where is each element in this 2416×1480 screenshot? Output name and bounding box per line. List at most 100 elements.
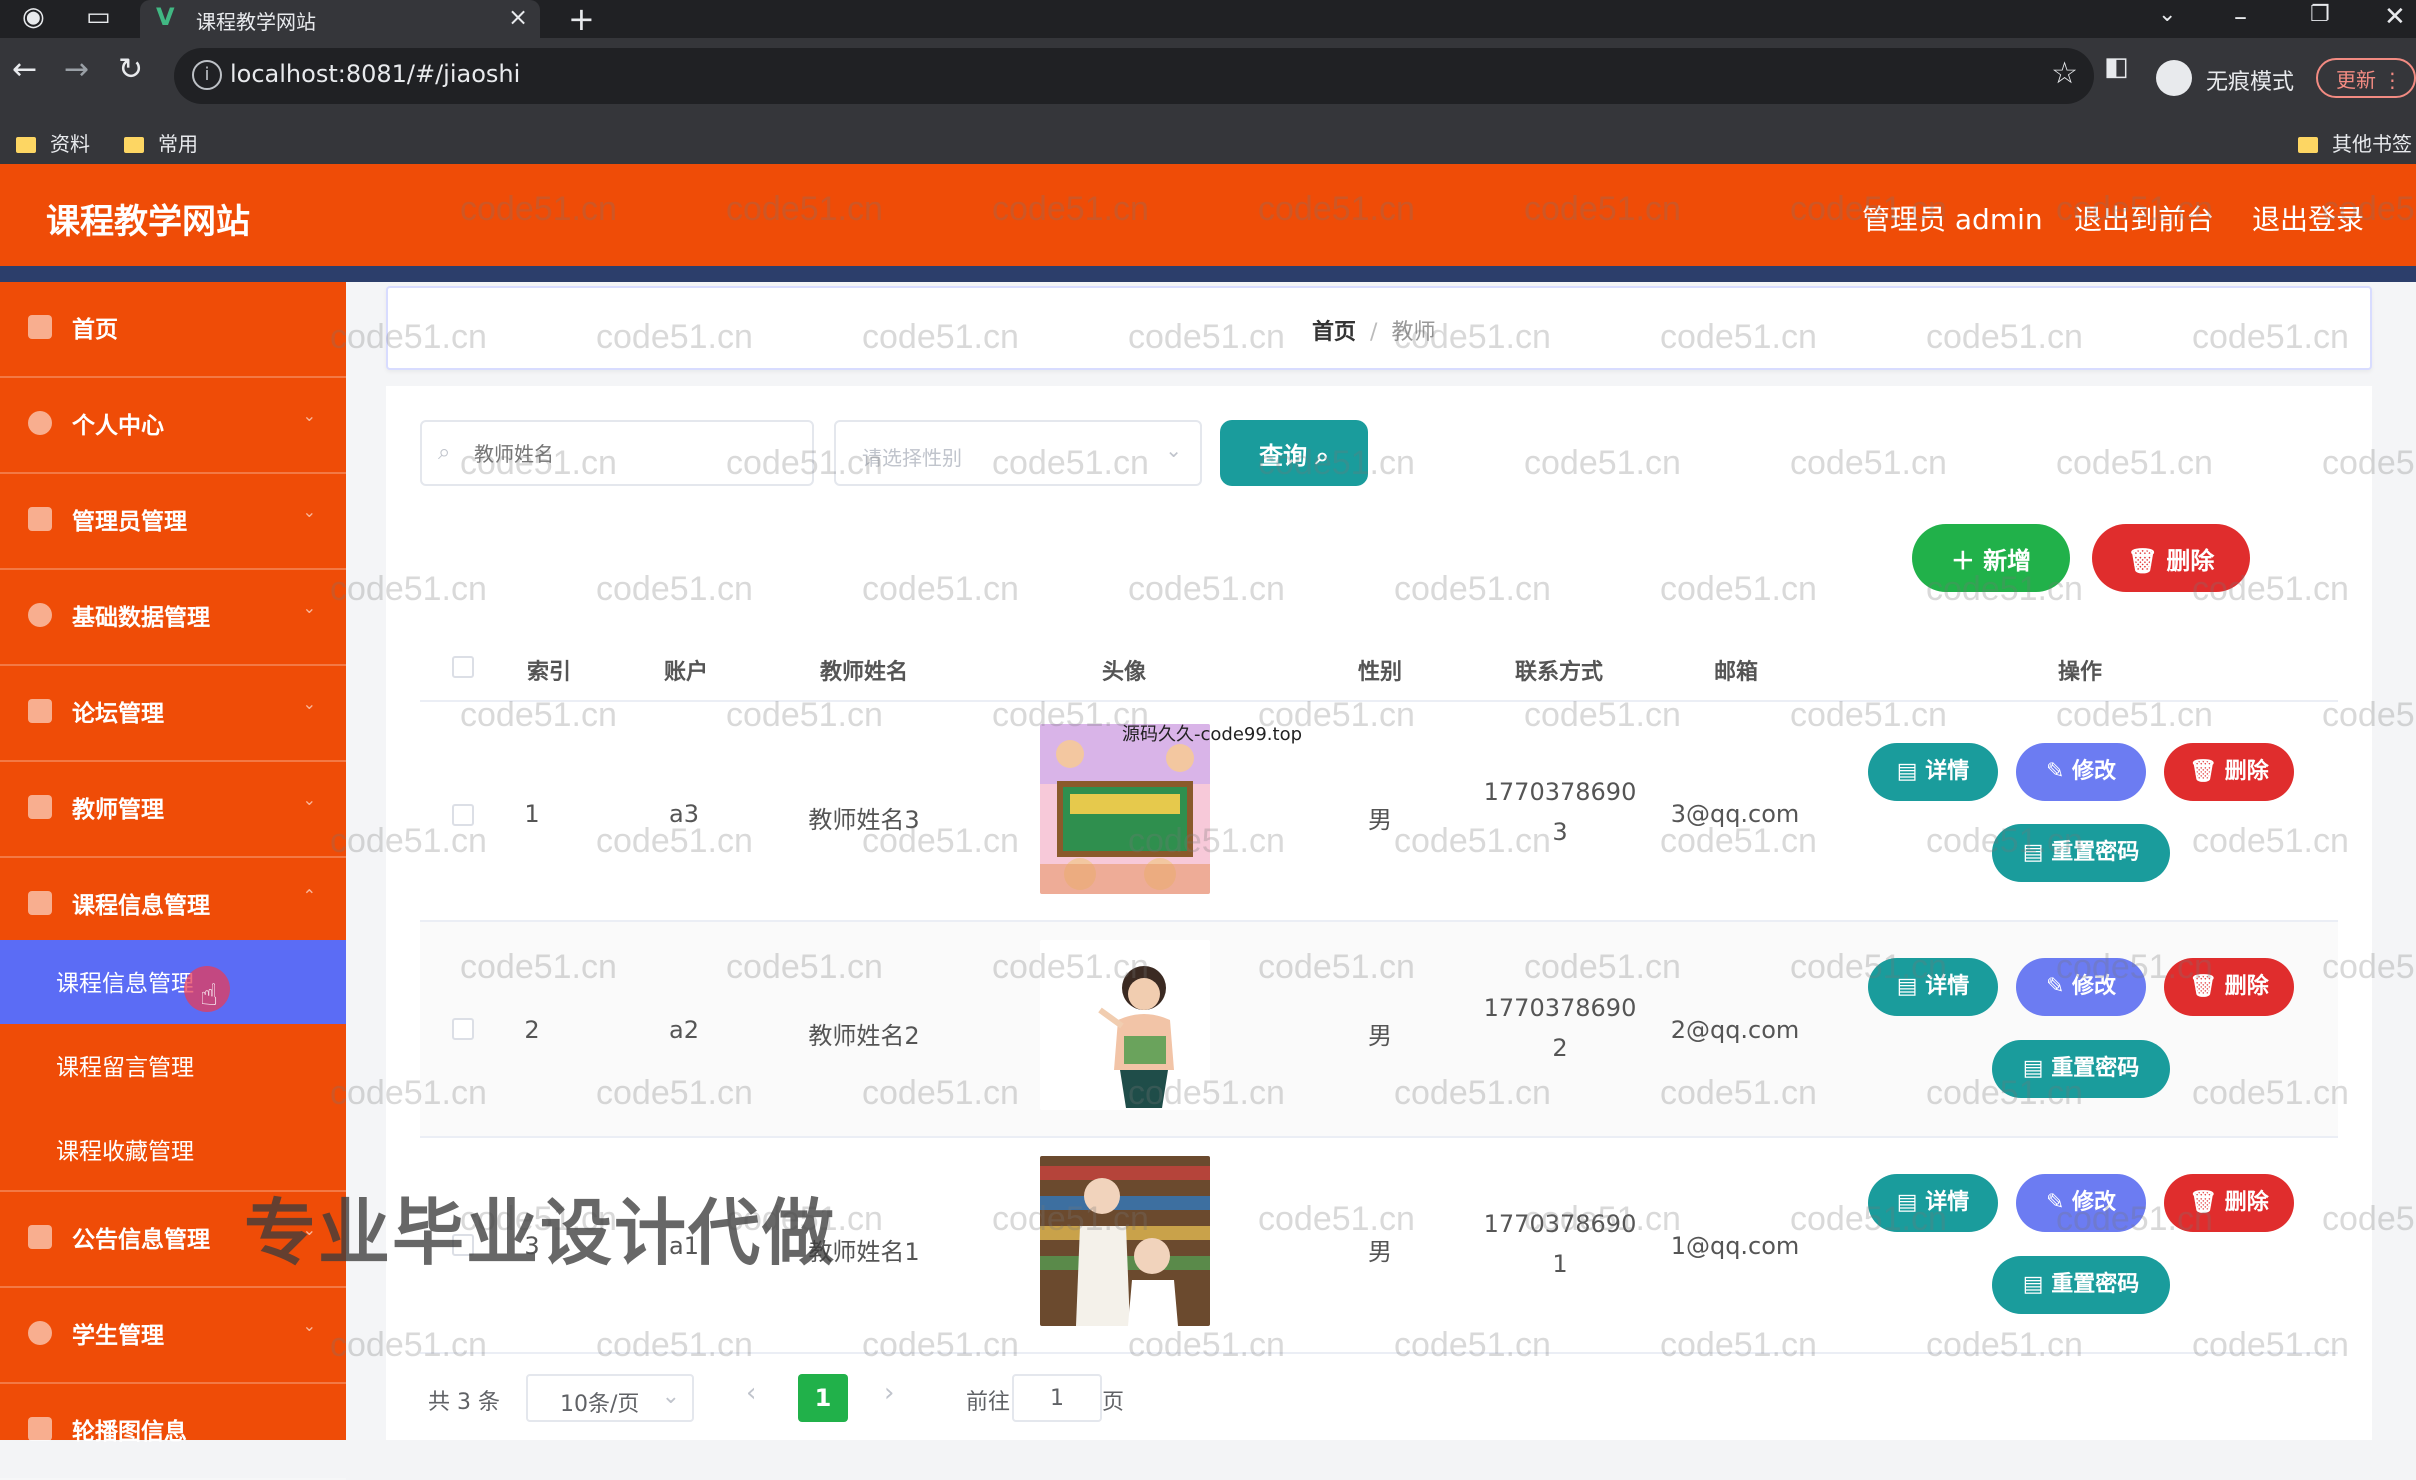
cell-account: a3 <box>669 800 699 828</box>
sidebar-item-label: 课程收藏管理 <box>56 1139 194 1165</box>
query-button[interactable]: 查询 ⌕ <box>1220 420 1368 486</box>
teacher-avatar[interactable] <box>1040 1156 1210 1326</box>
reset-password-button[interactable]: ▤ 重置密码 <box>1992 1040 2170 1098</box>
detail-button[interactable]: ▤ 详情 <box>1868 1174 1998 1232</box>
site-info-icon[interactable]: i <box>192 60 222 90</box>
page-size-select[interactable]: 10条/页 ⌄ <box>526 1374 694 1422</box>
column-header-name: 教师姓名 <box>819 660 908 685</box>
sidebar-item-label: 个人中心 <box>72 413 164 439</box>
forward-icon[interactable]: → <box>64 52 89 87</box>
folder-icon <box>124 137 144 153</box>
column-header-phone: 联系方式 <box>1514 660 1603 685</box>
detail-button[interactable]: ▤ 详情 <box>1868 743 1998 801</box>
row-checkbox[interactable] <box>452 1018 474 1040</box>
new-tab-icon[interactable]: + <box>568 0 595 38</box>
page-number-current[interactable]: 1 <box>798 1374 848 1422</box>
bookmark-star-icon[interactable]: ☆ <box>2051 56 2078 91</box>
student-icon <box>28 1321 52 1345</box>
sidebar-item-home[interactable]: 首页 <box>0 282 346 378</box>
sidebar-item-label: 轮播图信息 <box>72 1419 187 1445</box>
side-panel-icon[interactable]: ◧ <box>2104 52 2129 82</box>
breadcrumb-current: 教师 <box>1391 320 1436 345</box>
tab-list-icon[interactable]: ⌄ <box>2158 2 2176 27</box>
promo-watermark: 专业毕业设计代做 <box>244 1191 837 1275</box>
bookmark-folder[interactable]: 常用 <box>124 128 198 157</box>
sidebar-item-label: 公告信息管理 <box>72 1227 210 1253</box>
cell-index: 1 <box>524 800 540 828</box>
edit-button[interactable]: ✎ 修改 <box>2016 743 2146 801</box>
sidebar-subitem-course-message[interactable]: 课程留言管理 <box>0 1024 346 1108</box>
reset-password-button[interactable]: ▤ 重置密码 <box>1992 1256 2170 1314</box>
reset-password-button[interactable]: ▤ 重置密码 <box>1992 824 2170 882</box>
cell-phone-line1: 1770378690 <box>1483 778 1637 806</box>
folder-icon <box>2298 137 2318 153</box>
table-divider <box>420 700 2338 702</box>
delete-button[interactable]: 🗑 删除 <box>2164 743 2294 801</box>
select-all-checkbox[interactable] <box>452 656 474 678</box>
teacher-name-field[interactable] <box>472 436 796 472</box>
edit-button[interactable]: ✎ 修改 <box>2016 1174 2146 1232</box>
chrome-menu-icon[interactable]: ◉ <box>22 2 45 32</box>
logout-link[interactable]: 退出登录 <box>2252 198 2364 238</box>
goto-page-input[interactable] <box>1012 1374 1102 1422</box>
folder-icon <box>16 137 36 153</box>
sidebar-item-label: 基础数据管理 <box>72 605 210 631</box>
vue-logo-icon: V <box>156 3 175 31</box>
next-page-icon[interactable]: › <box>884 1378 894 1408</box>
teacher-avatar[interactable] <box>1040 940 1210 1110</box>
sidebar-item-admin[interactable]: 管理员管理 ⌄ <box>0 474 346 570</box>
back-icon[interactable]: ← <box>12 52 37 87</box>
chevron-down-icon: ⌄ <box>302 790 316 809</box>
tab-search-icon[interactable]: ▭ <box>86 2 111 32</box>
document-icon: ▤ <box>2022 1272 2044 1297</box>
url-text[interactable]: localhost:8081/#/jiaoshi <box>230 60 520 88</box>
add-button[interactable]: ＋ 新增 <box>1912 524 2070 592</box>
cell-email: 3@qq.com <box>1670 800 1800 828</box>
teacher-name-input[interactable]: ⌕ <box>420 420 814 486</box>
breadcrumb-trail: 首页 / 教师 <box>1312 314 1435 346</box>
back-to-front-link[interactable]: 退出到前台 <box>2074 198 2214 238</box>
sidebar-subitem-course-info[interactable]: 课程信息管理 <box>0 940 346 1024</box>
gender-select-placeholder: 请选择性别 <box>862 446 962 470</box>
tab-close-icon[interactable]: × <box>508 3 528 31</box>
search-icon: ⌕ <box>438 440 451 465</box>
column-header-account: 账户 <box>663 660 708 685</box>
incognito-icon[interactable] <box>2156 60 2192 96</box>
minimize-icon[interactable]: – <box>2234 2 2247 32</box>
sidebar-item-student[interactable]: 学生管理 ⌄ <box>0 1288 346 1384</box>
sidebar-item-carousel[interactable]: 轮播图信息 <box>0 1384 346 1480</box>
reload-icon[interactable]: ↻ <box>118 52 143 87</box>
bulk-delete-button[interactable]: 🗑 删除 <box>2092 524 2250 592</box>
teacher-avatar[interactable] <box>1040 724 1210 894</box>
update-button[interactable]: 更新 ⋮ <box>2316 58 2416 98</box>
window-close-icon[interactable]: ✕ <box>2384 2 2406 32</box>
delete-button[interactable]: 🗑 删除 <box>2164 958 2294 1016</box>
header-divider <box>0 266 2416 282</box>
chevron-down-icon: ⌄ <box>661 1384 680 1409</box>
prev-page-icon[interactable]: ‹ <box>746 1378 756 1408</box>
cell-phone-line1: 1770378690 <box>1483 994 1637 1022</box>
gender-select[interactable]: 请选择性别 ⌄ <box>834 420 1202 486</box>
document-icon: ▤ <box>1896 759 1918 784</box>
trash-icon: 🗑 <box>2189 974 2218 999</box>
sidebar-item-profile[interactable]: 个人中心 ⌄ <box>0 378 346 474</box>
sidebar-item-label: 课程信息管理 <box>72 893 210 919</box>
app-header: 课程教学网站 管理员 admin 退出到前台 退出登录 <box>0 164 2416 266</box>
breadcrumb-home[interactable]: 首页 <box>1312 320 1356 345</box>
bookmark-folder[interactable]: 资料 <box>16 128 90 157</box>
sidebar-item-label: 教师管理 <box>72 797 164 823</box>
sidebar-item-forum[interactable]: 论坛管理 ⌄ <box>0 666 346 762</box>
edit-button[interactable]: ✎ 修改 <box>2016 958 2146 1016</box>
restore-icon[interactable]: ❐ <box>2310 2 2330 27</box>
sidebar-item-label: 论坛管理 <box>72 701 164 727</box>
detail-button[interactable]: ▤ 详情 <box>1868 958 1998 1016</box>
breadcrumb-separator: / <box>1370 320 1378 345</box>
omnibox[interactable]: i localhost:8081/#/jiaoshi ☆ <box>174 48 2094 104</box>
delete-button[interactable]: 🗑 删除 <box>2164 1174 2294 1232</box>
sidebar-item-basic-data[interactable]: 基础数据管理 ⌄ <box>0 570 346 666</box>
bookmarks-bar: 资料 常用 其他书签 <box>0 118 2416 165</box>
row-checkbox[interactable] <box>452 804 474 826</box>
sidebar-item-teacher[interactable]: 教师管理 ⌄ <box>0 762 346 858</box>
cell-email: 1@qq.com <box>1670 1232 1800 1260</box>
other-bookmarks[interactable]: 其他书签 <box>2298 128 2412 157</box>
